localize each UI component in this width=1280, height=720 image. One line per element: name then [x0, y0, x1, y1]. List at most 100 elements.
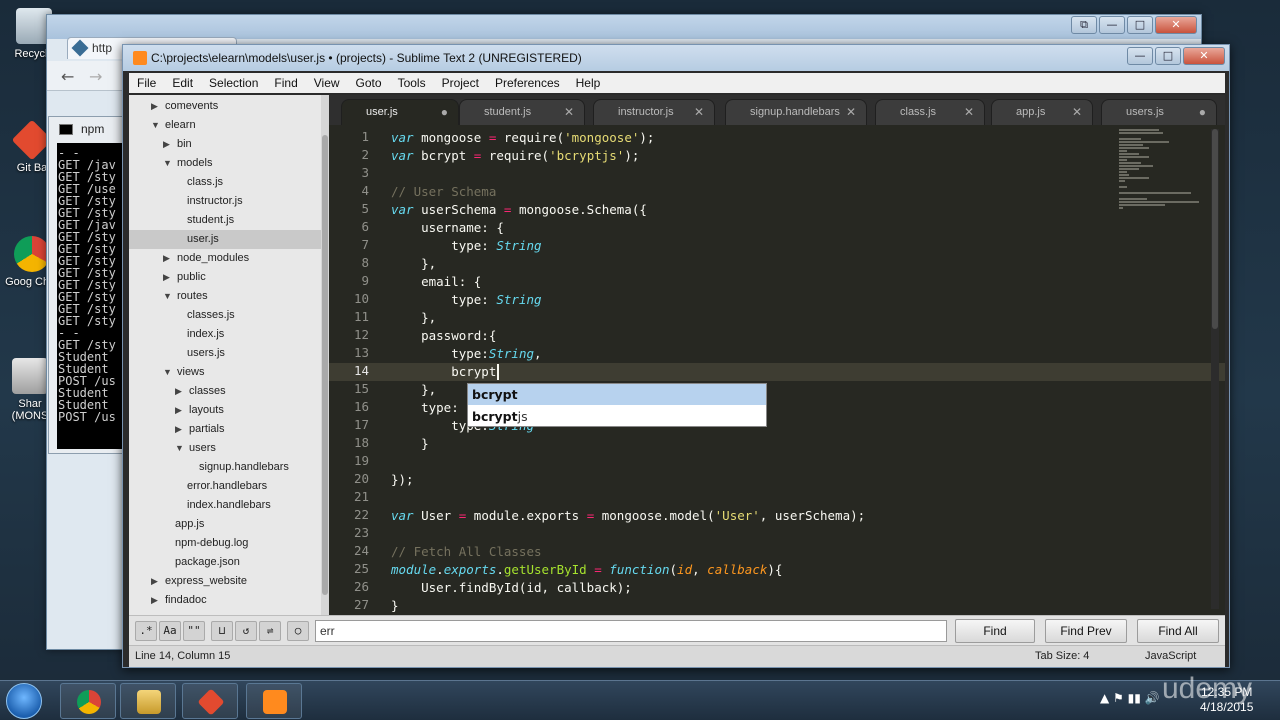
menu-find[interactable]: Find — [266, 73, 305, 93]
find-all-button[interactable]: Find All — [1137, 619, 1219, 643]
menu-file[interactable]: File — [129, 73, 164, 93]
caret-right-icon[interactable]: ▶ — [163, 268, 170, 287]
close-button[interactable]: ✕ — [1183, 47, 1225, 65]
close-icon[interactable]: ✕ — [964, 105, 974, 119]
tab-user-js[interactable]: user.js ● — [341, 99, 459, 125]
taskbar-git[interactable] — [182, 683, 238, 719]
sidebar-item-user-js[interactable]: user.js — [129, 230, 321, 249]
caret-right-icon[interactable]: ▶ — [175, 420, 182, 439]
tab-app-js[interactable]: app.js ✕ — [991, 99, 1093, 125]
sidebar-item-users[interactable]: ▼ users — [129, 439, 321, 458]
sidebar-item-app-js[interactable]: app.js — [129, 515, 321, 534]
back-arrow-icon[interactable]: ← — [61, 67, 74, 86]
caret-right-icon[interactable]: ▶ — [163, 135, 170, 154]
npm-window-title[interactable]: npm — [49, 117, 125, 143]
syntax-mode[interactable]: JavaScript — [1145, 650, 1196, 662]
highlight-matches-toggle[interactable]: ○ — [287, 621, 309, 641]
menu-edit[interactable]: Edit — [164, 73, 201, 93]
sidebar-item-package-json[interactable]: package.json — [129, 553, 321, 572]
caret-right-icon[interactable]: ▶ — [175, 401, 182, 420]
sidebar-item-index-handlebars[interactable]: index.handlebars — [129, 496, 321, 515]
caret-right-icon[interactable]: ▶ — [151, 97, 158, 116]
sidebar-item-index-js[interactable]: index.js — [129, 325, 321, 344]
in-selection-toggle[interactable]: ⇌ — [259, 621, 281, 641]
sidebar-item-partials[interactable]: ▶ partials — [129, 420, 321, 439]
maximize-button[interactable]: □ — [1155, 47, 1181, 65]
editor-scroll-thumb[interactable] — [1212, 129, 1218, 329]
start-button[interactable] — [6, 683, 42, 719]
sidebar-item-student-js[interactable]: student.js — [129, 211, 321, 230]
system-tray[interactable]: ▲ ⚑ ▮▮ 🔊 — [1100, 691, 1160, 705]
regex-toggle[interactable]: .* — [135, 621, 157, 641]
find-input[interactable]: err — [315, 620, 947, 642]
sidebar-item-public[interactable]: ▶ public — [129, 268, 321, 287]
autocomplete-item[interactable]: bcrypt — [468, 384, 766, 405]
browser-minimize-button[interactable]: — — [1099, 16, 1125, 34]
tab-student-js[interactable]: student.js ✕ — [459, 99, 585, 125]
caret-right-icon[interactable]: ▶ — [175, 382, 182, 401]
menu-preferences[interactable]: Preferences — [487, 73, 568, 93]
browser-close-button[interactable]: ✕ — [1155, 16, 1197, 34]
sidebar-item-signup-handlebars[interactable]: signup.handlebars — [129, 458, 321, 477]
code-editor[interactable]: 1 2 3 4 5 6 7 8 9 10 11 12 13 14 15 16 17 18 19 20 21 22 23 24 2… — [329, 125, 1225, 615]
sidebar-item-node-modules[interactable]: ▶ node_modules — [129, 249, 321, 268]
sidebar-item-class-js[interactable]: class.js — [129, 173, 321, 192]
sidebar-item-classes-js[interactable]: classes.js — [129, 306, 321, 325]
taskbar-sublime[interactable] — [246, 683, 302, 719]
sidebar-scroll-thumb[interactable] — [322, 135, 328, 595]
caret-down-icon[interactable]: ▼ — [163, 154, 172, 173]
sidebar-item-elearn[interactable]: ▼ elearn — [129, 116, 321, 135]
tab-instructor-js[interactable]: instructor.js ✕ — [593, 99, 715, 125]
browser-maximize-button[interactable]: □ — [1127, 16, 1153, 34]
find-button[interactable]: Find — [955, 619, 1035, 643]
tab-size[interactable]: Tab Size: 4 — [1035, 650, 1089, 662]
editor-scrollbar[interactable] — [1211, 129, 1219, 609]
caret-down-icon[interactable]: ▼ — [151, 116, 160, 135]
close-icon[interactable]: ✕ — [694, 105, 704, 119]
caret-down-icon[interactable]: ▼ — [175, 439, 184, 458]
caret-down-icon[interactable]: ▼ — [163, 363, 172, 382]
find-prev-button[interactable]: Find Prev — [1045, 619, 1127, 643]
sidebar-item-layouts[interactable]: ▶ layouts — [129, 401, 321, 420]
minimap[interactable] — [1119, 129, 1209, 209]
sidebar-item-npm-debug-log[interactable]: npm-debug.log — [129, 534, 321, 553]
close-icon[interactable]: ✕ — [1072, 105, 1082, 119]
sidebar-item-error-handlebars[interactable]: error.handlebars — [129, 477, 321, 496]
menu-project[interactable]: Project — [434, 73, 487, 93]
menu-tools[interactable]: Tools — [390, 73, 434, 93]
wrap-toggle[interactable]: ↺ — [235, 621, 257, 641]
case-sensitive-toggle[interactable]: Aa — [159, 621, 181, 641]
unsaved-dot-icon[interactable]: ● — [441, 105, 448, 119]
browser-restore-button[interactable]: ⧉ — [1071, 16, 1097, 34]
close-icon[interactable]: ✕ — [846, 105, 856, 119]
forward-arrow-icon[interactable]: → — [89, 67, 102, 86]
sidebar-item-findadoc[interactable]: ▶ findadoc — [129, 591, 321, 610]
reverse-direction-toggle[interactable]: ⊔ — [211, 621, 233, 641]
sidebar-item-routes[interactable]: ▼ routes — [129, 287, 321, 306]
tab-signup-handlebars[interactable]: signup.handlebars ✕ — [725, 99, 867, 125]
sidebar-item-instructor-js[interactable]: instructor.js — [129, 192, 321, 211]
autocomplete-item[interactable]: bcryptjs — [468, 406, 766, 427]
caret-down-icon[interactable]: ▼ — [163, 287, 172, 306]
caret-right-icon[interactable]: ▶ — [163, 249, 170, 268]
close-icon[interactable]: ✕ — [564, 105, 574, 119]
menu-help[interactable]: Help — [568, 73, 609, 93]
taskbar-explorer[interactable] — [120, 683, 176, 719]
unsaved-dot-icon[interactable]: ● — [1199, 105, 1206, 119]
sidebar-scrollbar[interactable] — [321, 95, 329, 615]
sidebar-item-models[interactable]: ▼ models — [129, 154, 321, 173]
sidebar-item-classes[interactable]: ▶ classes — [129, 382, 321, 401]
sidebar-item-views[interactable]: ▼ views — [129, 363, 321, 382]
menu-goto[interactable]: Goto — [348, 73, 390, 93]
caret-right-icon[interactable]: ▶ — [151, 591, 158, 610]
caret-right-icon[interactable]: ▶ — [151, 572, 158, 591]
whole-word-toggle[interactable]: "" — [183, 621, 205, 641]
taskbar-chrome[interactable] — [60, 683, 116, 719]
menu-selection[interactable]: Selection — [201, 73, 266, 93]
sidebar-item-bin[interactable]: ▶ bin — [129, 135, 321, 154]
sidebar-item-users-js[interactable]: users.js — [129, 344, 321, 363]
sublime-titlebar[interactable]: C:\projects\elearn\models\user.js • (pro… — [123, 45, 1229, 71]
sidebar-item-express-website[interactable]: ▶ express_website — [129, 572, 321, 591]
menu-view[interactable]: View — [306, 73, 348, 93]
sidebar-item-comevents[interactable]: ▶ comevents — [129, 97, 321, 116]
